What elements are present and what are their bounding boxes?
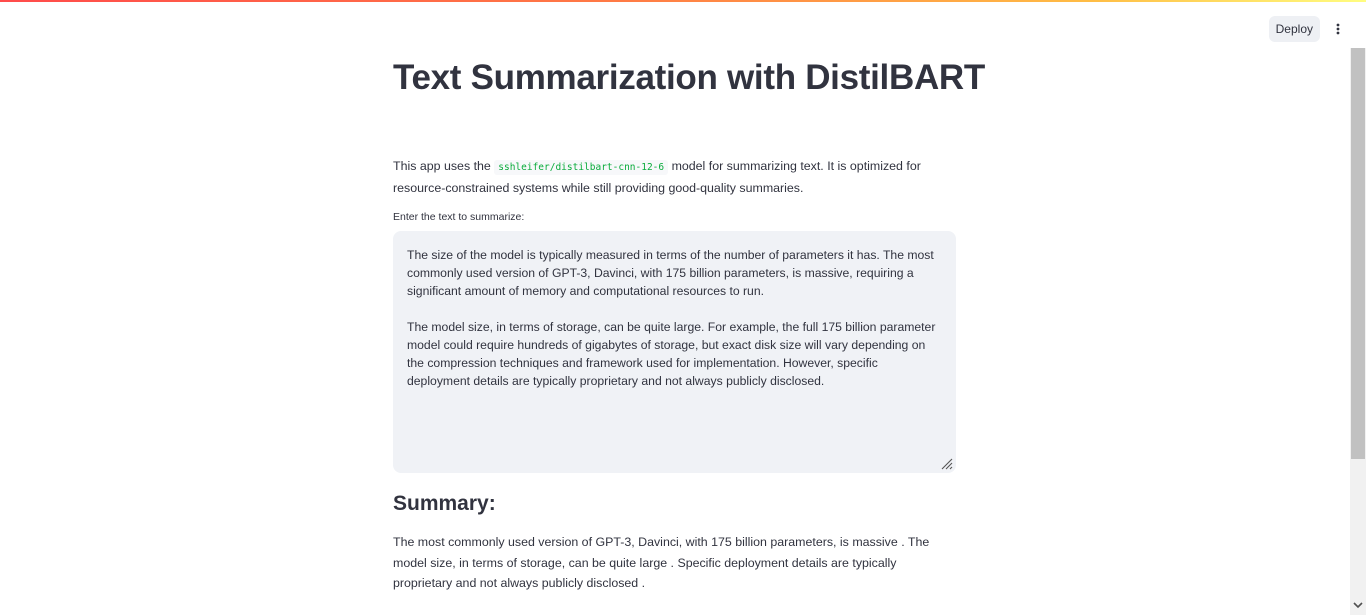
- vertical-ellipsis-icon: [1336, 23, 1340, 35]
- summary-output: The most commonly used version of GPT-3,…: [393, 535, 930, 590]
- deploy-button[interactable]: Deploy: [1268, 16, 1320, 42]
- main-menu-button[interactable]: [1328, 16, 1348, 42]
- intro-paragraph: This app uses the sshleifer/distilbart-c…: [393, 156, 956, 199]
- resize-handle-icon[interactable]: [941, 458, 953, 470]
- page-title: Text Summarization with DistilBART: [393, 58, 985, 97]
- text-input-container: The size of the model is typically measu…: [393, 231, 956, 473]
- scrollbar-thumb[interactable]: [1351, 48, 1365, 459]
- input-label: Enter the text to summarize:: [393, 211, 525, 223]
- model-name-code: sshleifer/distilbart-cnn-12-6: [494, 160, 669, 175]
- summary-heading: Summary:: [393, 492, 496, 515]
- page-scrollbar[interactable]: [1350, 48, 1366, 615]
- text-to-summarize-input[interactable]: The size of the model is typically measu…: [393, 231, 956, 473]
- intro-text-start: This app uses the: [393, 159, 495, 173]
- top-decoration-stripe: [0, 0, 1366, 2]
- app-toolbar: Deploy: [1268, 16, 1348, 42]
- scroll-down-arrow-icon[interactable]: [1353, 601, 1363, 609]
